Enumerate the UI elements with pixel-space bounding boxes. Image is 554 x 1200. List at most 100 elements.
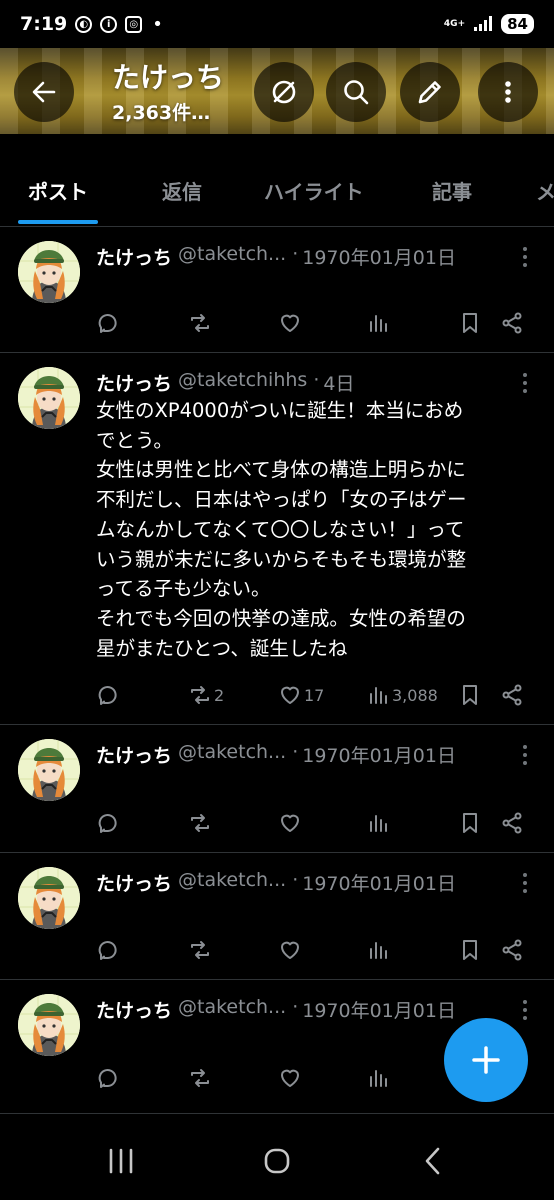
post-item[interactable]: たけっち @taketch... · 1970年01月01日 bbox=[0, 725, 554, 853]
bookmark-button[interactable] bbox=[458, 938, 482, 962]
back-nav-button[interactable] bbox=[408, 1144, 458, 1178]
post-text-line: ムなんかしてなくて〇〇しなさい！」って bbox=[96, 517, 465, 541]
grok-button[interactable] bbox=[254, 62, 314, 122]
repost-icon bbox=[191, 686, 209, 704]
tab-replies[interactable]: 返信 bbox=[162, 166, 202, 226]
like-button[interactable] bbox=[278, 1066, 302, 1090]
bookmark-button[interactable] bbox=[458, 311, 482, 335]
search-button[interactable] bbox=[326, 62, 386, 122]
like-button[interactable] bbox=[278, 311, 302, 335]
post-author-handle[interactable]: @taketch... bbox=[178, 243, 286, 270]
tab-articles[interactable]: 記事 bbox=[432, 166, 472, 226]
avatar-image bbox=[18, 739, 80, 801]
avatar-image bbox=[18, 367, 80, 429]
post-date: 4日 bbox=[323, 373, 355, 395]
tab-highlights[interactable]: ハイライト bbox=[264, 166, 364, 226]
post-item[interactable]: たけっち @taketch... · 1970年01月01日 bbox=[0, 853, 554, 980]
post-author-name[interactable]: たけっち bbox=[96, 996, 172, 1023]
post-text-line: 不利だし、日本はやっぱり「女の子はゲー bbox=[96, 488, 467, 512]
bookmark-icon bbox=[463, 940, 477, 960]
tab-posts[interactable]: ポスト bbox=[18, 166, 98, 226]
reply-button[interactable] bbox=[96, 938, 120, 962]
compose-button[interactable] bbox=[400, 62, 460, 122]
avatar-image bbox=[18, 867, 80, 929]
bookmark-icon bbox=[463, 813, 477, 833]
repost-button[interactable] bbox=[188, 311, 212, 335]
tab-media[interactable]: メ bbox=[536, 166, 554, 226]
post-separator: · bbox=[292, 996, 299, 1018]
bookmark-button[interactable] bbox=[458, 683, 482, 707]
post-header: たけっち @taketch... · 1970年01月01日 bbox=[96, 243, 514, 270]
avatar[interactable] bbox=[18, 994, 80, 1056]
post-author-name[interactable]: たけっち bbox=[96, 741, 172, 768]
post-item[interactable]: たけっち @taketch... · 1970年01月01日 bbox=[0, 227, 554, 353]
post-author-name[interactable]: たけっち bbox=[96, 243, 172, 270]
bookmark-button[interactable] bbox=[458, 811, 482, 835]
share-button[interactable] bbox=[500, 683, 524, 707]
like-button[interactable]: 17 bbox=[278, 683, 324, 707]
bookmark-icon bbox=[463, 313, 477, 333]
post-more-icon[interactable] bbox=[522, 247, 528, 267]
repost-button[interactable] bbox=[188, 1066, 212, 1090]
post-more-icon[interactable] bbox=[522, 1000, 528, 1020]
status-right: 4G+ 84 bbox=[444, 14, 534, 34]
avatar[interactable] bbox=[18, 367, 80, 429]
repost-button[interactable]: 2 bbox=[188, 683, 224, 707]
status-bar: 7:19 ◐ i ◎ • 4G+ 84 bbox=[0, 0, 554, 48]
post-text-line: 星がまたひとつ、誕生したね bbox=[96, 636, 348, 660]
post-actions bbox=[96, 938, 526, 968]
like-button[interactable] bbox=[278, 811, 302, 835]
post-author-handle[interactable]: @taketch... bbox=[178, 869, 286, 896]
post-header: たけっち @taketch... · 1970年01月01日 bbox=[96, 741, 514, 768]
views-button[interactable] bbox=[366, 811, 390, 835]
share-icon bbox=[502, 684, 522, 706]
reply-button[interactable] bbox=[96, 1066, 120, 1090]
repost-button[interactable] bbox=[188, 938, 212, 962]
post-text-line: ってる子も少ない。 bbox=[96, 577, 271, 601]
post-author-name[interactable]: たけっち bbox=[96, 369, 172, 396]
reply-button[interactable] bbox=[96, 811, 120, 835]
post-more-icon[interactable] bbox=[522, 373, 528, 393]
post-author-handle[interactable]: @taketchihhs bbox=[178, 369, 307, 396]
post-item[interactable]: たけっち @taketchihhs · 4日 女性のXP4000がついに誕生！本… bbox=[0, 353, 554, 725]
reply-button[interactable] bbox=[96, 311, 120, 335]
reply-icon bbox=[98, 1069, 117, 1088]
post-date: 1970年01月01日 bbox=[302, 1000, 456, 1022]
post-author-handle[interactable]: @taketch... bbox=[178, 741, 286, 768]
views-button[interactable] bbox=[366, 938, 390, 962]
heart-icon bbox=[281, 941, 299, 959]
post-separator: · bbox=[292, 243, 299, 265]
grok-icon bbox=[272, 80, 296, 104]
share-button[interactable] bbox=[500, 938, 524, 962]
home-button[interactable] bbox=[252, 1144, 302, 1178]
views-button[interactable] bbox=[366, 311, 390, 335]
post-more-icon[interactable] bbox=[522, 745, 528, 765]
post-text-line: それでも今回の快挙の達成。女性の希望の bbox=[96, 606, 466, 630]
post-more-icon[interactable] bbox=[522, 873, 528, 893]
recent-apps-button[interactable] bbox=[96, 1144, 146, 1178]
like-button[interactable] bbox=[278, 938, 302, 962]
info-icon: i bbox=[100, 15, 118, 33]
share-button[interactable] bbox=[500, 811, 524, 835]
post-separator: · bbox=[313, 369, 320, 391]
share-icon bbox=[502, 939, 522, 961]
back-button[interactable] bbox=[14, 62, 74, 122]
reply-button[interactable] bbox=[96, 683, 120, 707]
share-button[interactable] bbox=[500, 311, 524, 335]
repost-button[interactable] bbox=[188, 811, 212, 835]
views-button[interactable] bbox=[366, 1066, 390, 1090]
repost-icon bbox=[191, 941, 209, 959]
avatar[interactable] bbox=[18, 867, 80, 929]
more-button[interactable] bbox=[478, 62, 538, 122]
new-post-fab[interactable] bbox=[444, 1018, 528, 1102]
avatar[interactable] bbox=[18, 739, 80, 801]
post-author-handle[interactable]: @taketch... bbox=[178, 996, 286, 1023]
pencil-icon bbox=[418, 81, 441, 104]
like-count: 17 bbox=[304, 685, 325, 705]
views-button[interactable]: 3,088 bbox=[366, 683, 438, 707]
profile-header: たけっち 2,363件… bbox=[0, 48, 554, 134]
profile-tabs: ポスト 返信 ハイライト 記事 メ bbox=[0, 166, 554, 226]
avatar[interactable] bbox=[18, 241, 80, 303]
post-text-line: 女性は男性と比べて身体の構造上明らかに bbox=[96, 458, 466, 482]
post-author-name[interactable]: たけっち bbox=[96, 869, 172, 896]
